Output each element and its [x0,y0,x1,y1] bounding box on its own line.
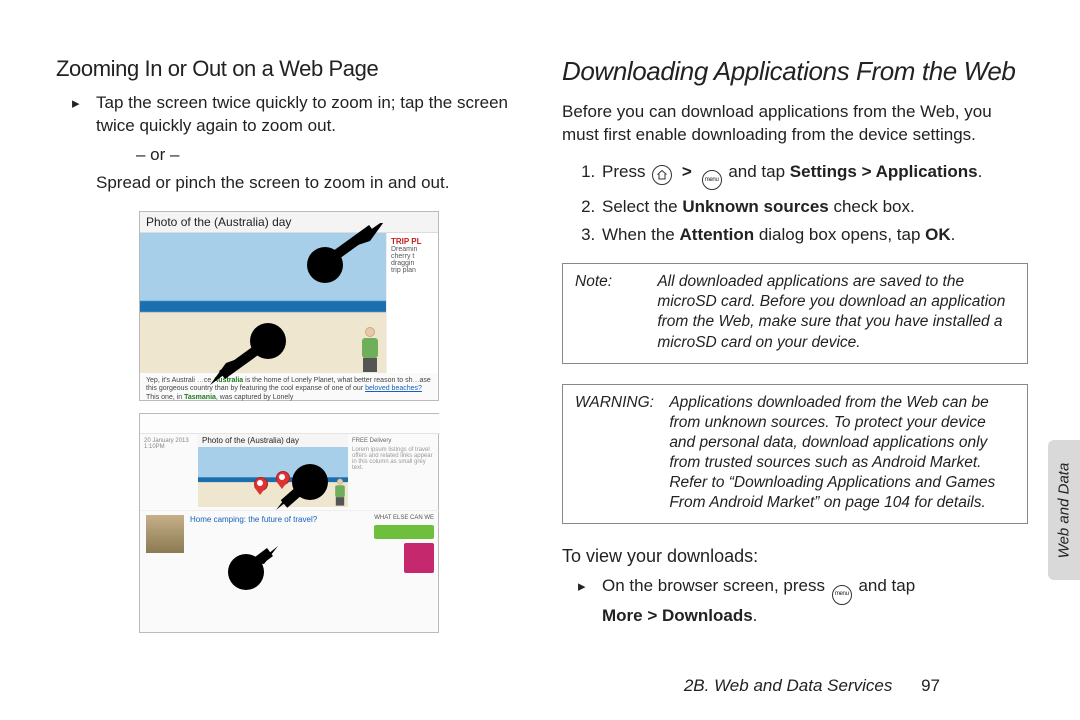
fig2-lower-text: Home camping: the future of travel? [190,515,317,628]
view-downloads-list: On the browser screen, press menu and ta… [562,575,1028,631]
view-d: . [753,606,758,625]
warning-label: WARNING: [575,393,665,413]
step-3: When the Attention dialog box opens, tap… [600,224,1028,247]
page-footer: 2B. Web and Data Services 97 [684,676,940,696]
fig1-caption: Yep, it's Australi …ce Australia is the … [140,373,438,408]
fig2-beach [198,447,348,507]
step3-e: . [951,225,956,244]
fig2-photo-caption: Photo of the (Australia) day [198,434,348,447]
right-column: Downloading Applications From the Web Be… [562,56,1028,672]
page: Zooming In or Out on a Web Page Tap the … [0,0,1080,720]
note-box: Note: All downloaded applications are sa… [562,263,1028,364]
side-tab: Web and Data [1048,440,1080,580]
fig1-photo-area: TRIP PL Dreamin cherry t draggin trip pl… [140,233,438,373]
step3-b: Attention [680,225,755,244]
menu-icon: menu [702,170,722,190]
footer-section: 2B. Web and Data Services [684,676,893,695]
step1-mid: and tap [728,162,789,181]
fig1-side-lines: Dreamin cherry t draggin trip plan [391,246,434,274]
menu-icon: menu [832,585,852,605]
zoom-heading: Zooming In or Out on a Web Page [56,56,522,82]
figure-pinch: 20 January 2013 1:10PM Photo of the (Aus… [139,413,439,633]
step1-pre: Press [602,162,650,181]
step3-c: dialog box opens, tap [754,225,925,244]
download-steps: Press > menu and tap Settings > Applicat… [562,161,1028,254]
cap-post: This one, in [146,394,184,401]
download-heading: Downloading Applications From the Web [562,56,1028,87]
zoom-bullet-1: Tap the screen twice quickly to zoom in;… [76,92,522,195]
map-pin-icon [276,471,288,489]
view-a: On the browser screen, press [602,576,830,595]
left-column: Zooming In or Out on a Web Page Tap the … [56,56,522,672]
cap-hl2: Tasmania [184,394,216,401]
person-icon [360,327,380,371]
step-1: Press > menu and tap Settings > Applicat… [600,161,1028,190]
step3-a: When the [602,225,680,244]
zoom-bullet-1b-text: Spread or pinch the screen to zoom in an… [96,173,449,192]
home-icon [652,165,672,185]
step2-c: check box. [829,197,915,216]
camping-thumb [146,515,184,553]
zoom-figures: Photo of the (Australia) day TRIP PL Dre… [56,211,522,672]
footer-page-number: 97 [921,676,940,695]
zoom-body: Tap the screen twice quickly to zoom in;… [56,92,522,199]
step1-end: . [978,162,983,181]
step2-b: Unknown sources [682,197,828,216]
note-text: All downloaded applications are saved to… [657,272,1013,353]
cap-mid: is the home of Lonely Planet, what bette… [243,377,412,384]
fig1-beach [140,233,386,373]
warning-box: WARNING: Applications downloaded from th… [562,384,1028,525]
download-intro: Before you can download applications fro… [562,101,1028,147]
fig1-titlebar: Photo of the (Australia) day [140,212,438,233]
view-downloads-heading: To view your downloads: [562,546,1028,567]
trip-header: TRIP PL [391,237,434,246]
cap-hl1: Australia [213,377,243,384]
fig2-right-col: FREE Delivery Lorem ipsum listings of tr… [348,434,440,510]
fig1-side-column: TRIP PL Dreamin cherry t draggin trip pl… [386,233,438,373]
step3-d: OK [925,225,951,244]
cap-link: beloved beaches? [365,385,422,392]
view-b: and tap [858,576,915,595]
camp-subhdr: WHAT ELSE CAN WE [374,515,434,521]
fig2-photo-cell: Photo of the (Australia) day [198,434,348,510]
step-2: Select the Unknown sources check box. [600,196,1028,219]
note-label: Note: [575,272,653,292]
view-downloads-item: On the browser screen, press menu and ta… [582,575,1028,627]
fig2-lower-row: Home camping: the future of travel? WHAT… [140,510,440,632]
map-pin-icon [254,477,266,495]
cap-pre: Yep, it's Australi [146,377,195,384]
person-icon [334,479,346,505]
warning-text: Applications downloaded from the Web can… [669,393,1013,514]
step1-bold: Settings > Applications [790,162,978,181]
side-tab-label: Web and Data [1056,462,1073,558]
green-cta-button [374,525,434,539]
pink-product-thumb [404,543,434,573]
free-delivery-badge: FREE Delivery [352,438,391,444]
fig2-header [140,414,440,434]
step2-a: Select the [602,197,682,216]
or-divider: – or – [96,144,522,167]
gt-icon: > [682,162,692,181]
zoom-bullet-1-text: Tap the screen twice quickly to zoom in;… [96,93,508,135]
cap-end: , was captured by Lonely [216,394,293,401]
view-c: More > Downloads [602,606,753,625]
fig2-left-meta: 20 January 2013 1:10PM [140,434,198,510]
figure-spread: Photo of the (Australia) day TRIP PL Dre… [139,211,439,401]
